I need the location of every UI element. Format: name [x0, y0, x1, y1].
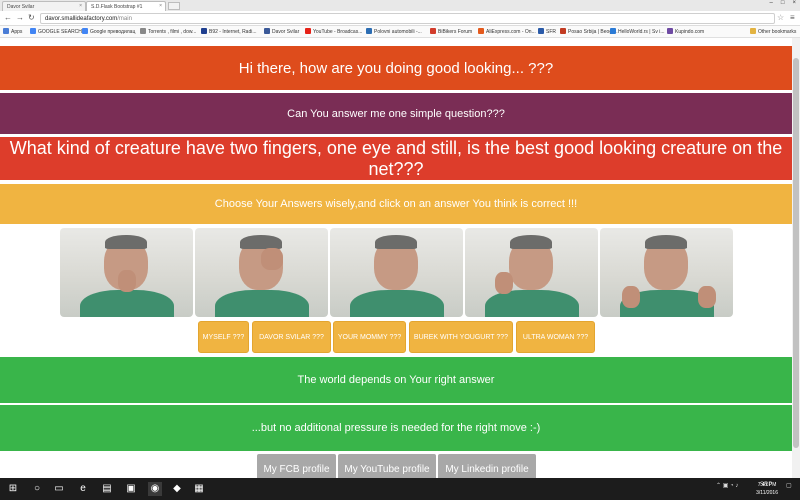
taskbar: ⊞ ○ ▭ e ▤ ▣ ◉ ◆ ▦ ⌃ ▣ ◔ ♪ SRP 7:41 PM 3/… [0, 478, 800, 500]
file-explorer-icon[interactable]: ▤ [100, 482, 114, 496]
google-icon [82, 28, 88, 34]
answer-myself-button[interactable]: MYSELF ??? [198, 321, 249, 353]
answer-davor-svilar-button[interactable]: DAVOR SVILAR ??? [252, 321, 331, 353]
tab-label: S.D.Flask Bootstrap #1 [91, 4, 143, 10]
new-tab-button[interactable] [168, 2, 180, 10]
chrome-icon[interactable]: ◉ [148, 482, 162, 496]
greeting-text: Hi there, how are you doing good looking… [238, 59, 554, 77]
bookmarks-bar: Apps GOOGLE SEARCH Google преводилац Tor… [0, 26, 800, 38]
photo-5 [600, 228, 733, 317]
facebook-icon [264, 28, 270, 34]
greeting-banner: Hi there, how are you doing good looking… [0, 46, 792, 90]
photo-4 [465, 228, 598, 317]
world-text: The world depends on Your right answer [297, 374, 495, 386]
scrollbar-thumb[interactable] [793, 58, 799, 448]
search-icon[interactable]: ○ [30, 482, 44, 496]
app-icon[interactable]: ◆ [170, 482, 184, 496]
world-banner: The world depends on Your right answer [0, 357, 792, 403]
question-banner: What kind of creature have two fingers, … [0, 137, 792, 180]
bookmark-aliexpress[interactable]: AliExpress.com - On... [478, 28, 536, 35]
instruction-text: Choose Your Answers wisely,and click on … [214, 198, 578, 210]
system-clock[interactable]: 7:41 PM 3/11/2016 [756, 481, 778, 497]
pressure-banner: ...but no additional pressure is needed … [0, 405, 792, 451]
shield-icon [430, 28, 436, 34]
answer-burek-button[interactable]: BUREK WITH YOUGURT ??? [409, 321, 513, 353]
apps-icon [3, 28, 9, 34]
bookmark-google-translate[interactable]: Google преводилац [82, 28, 135, 35]
page-icon [610, 28, 616, 34]
task-view-icon[interactable]: ▭ [52, 482, 66, 496]
youtube-icon [305, 28, 311, 34]
instruction-banner: Choose Your Answers wisely,and click on … [0, 184, 792, 224]
close-icon[interactable]: × [159, 3, 162, 9]
reload-icon[interactable]: ↻ [28, 13, 35, 22]
answer-ultra-woman-button[interactable]: ULTRA WOMAN ??? [516, 321, 595, 353]
windows-start-icon[interactable]: ⊞ [6, 482, 20, 496]
page-icon [667, 28, 673, 34]
minimize-icon[interactable]: – [770, 0, 773, 6]
close-window-icon[interactable]: × [792, 0, 796, 6]
tray-icons[interactable]: ⌃ ▣ ◔ ♪ [716, 482, 738, 489]
folder-icon [750, 28, 756, 34]
browser-tab-bar: Davor Svilar × S.D.Flask Bootstrap #1 × … [0, 0, 800, 11]
question-text: What kind of creature have two fingers, … [9, 137, 783, 179]
bookmark-apps[interactable]: Apps [3, 28, 22, 35]
bookmark-b92[interactable]: B92 - Internet, Radi... [201, 28, 257, 35]
page-icon [538, 28, 544, 34]
url-host: davor.smallideafactory.com [45, 16, 118, 22]
tab-davor-svilar[interactable]: Davor Svilar × [2, 1, 86, 11]
browser-toolbar: ← → ↻ davor.smallideafactory.com/main ☆ … [0, 11, 800, 26]
photo-3 [330, 228, 463, 317]
linkedin-profile-button[interactable]: My Linkedin profile [438, 454, 536, 478]
clock-date: 3/11/2016 [756, 490, 778, 496]
google-icon [30, 28, 36, 34]
page-icon [560, 28, 566, 34]
maximize-icon[interactable]: □ [781, 0, 785, 6]
photo-1 [60, 228, 193, 317]
notifications-icon[interactable]: ▢ [786, 482, 792, 489]
pressure-text: ...but no additional pressure is needed … [251, 422, 541, 434]
page-scrollbar[interactable] [792, 38, 800, 478]
bookmark-google-search[interactable]: GOOGLE SEARCH [30, 28, 82, 35]
store-icon[interactable]: ▣ [124, 482, 138, 496]
clock-time: 7:41 PM [757, 482, 777, 488]
profile-links: My FCB profile My YouTube profile My Lin… [0, 454, 792, 478]
bookmark-torrents[interactable]: Torrents , filmi , dow... [140, 28, 196, 35]
b92-icon [201, 28, 207, 34]
question-intro-banner: Can You answer me one simple question??? [0, 93, 792, 134]
photo-gallery [60, 228, 734, 318]
close-icon[interactable]: × [79, 3, 82, 9]
app-icon[interactable]: ▦ [192, 482, 206, 496]
tab-flask-bootstrap[interactable]: S.D.Flask Bootstrap #1 × [86, 1, 166, 11]
page-icon [140, 28, 146, 34]
forward-icon[interactable]: → [16, 13, 24, 22]
bookmark-other[interactable]: Other bookmarks [750, 28, 796, 35]
bookmark-helloworld[interactable]: HelloWorld.rs | Sv i... [610, 28, 665, 35]
tab-label: Davor Svilar [7, 4, 35, 10]
menu-icon[interactable]: ≡ [790, 13, 795, 22]
page-icon [366, 28, 372, 34]
bookmark-star-icon[interactable]: ☆ [777, 13, 784, 22]
window-controls: – □ × [770, 0, 796, 6]
bookmark-bibikers[interactable]: BiBikers Forum [430, 28, 472, 35]
youtube-profile-button[interactable]: My YouTube profile [338, 454, 436, 478]
answer-buttons: MYSELF ??? DAVOR SVILAR ??? YOUR MOMMY ?… [0, 321, 792, 354]
answer-your-mommy-button[interactable]: YOUR MOMMY ??? [333, 321, 406, 353]
edge-icon[interactable]: e [76, 482, 90, 496]
fcb-profile-button[interactable]: My FCB profile [257, 454, 336, 478]
address-bar[interactable]: davor.smallideafactory.com/main [40, 13, 775, 24]
url-path: /main [117, 16, 132, 22]
bookmark-sfr[interactable]: SFR [538, 28, 556, 35]
question-intro-text: Can You answer me one simple question??? [287, 107, 505, 120]
photo-2 [195, 228, 328, 317]
bookmark-youtube[interactable]: YouTube - Broadcas... [305, 28, 362, 35]
aliexpress-icon [478, 28, 484, 34]
bookmark-kupindo[interactable]: Kupindo.com [667, 28, 704, 35]
bookmark-polovni[interactable]: Polovni automobili -... [366, 28, 422, 35]
bookmark-davor-svilar[interactable]: Davor Svilar [264, 28, 299, 35]
back-icon[interactable]: ← [4, 13, 12, 22]
page-viewport: Hi there, how are you doing good looking… [0, 38, 792, 478]
